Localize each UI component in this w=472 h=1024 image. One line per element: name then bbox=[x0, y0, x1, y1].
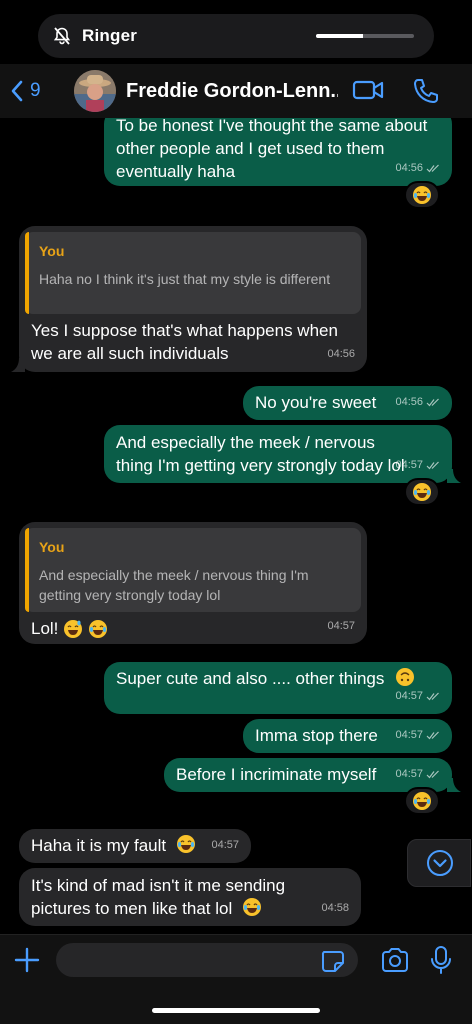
chevron-down-icon bbox=[427, 850, 453, 876]
bubble-tail bbox=[11, 358, 25, 372]
video-icon[interactable] bbox=[352, 78, 384, 102]
message-time: 04:57 bbox=[395, 768, 423, 780]
message-bubble-outgoing[interactable]: Super cute and also .... other things 04… bbox=[104, 662, 452, 714]
laughing-emoji-icon bbox=[413, 483, 431, 501]
quoted-text: Haha no I think it's just that my style … bbox=[39, 271, 331, 287]
message-bubble-incoming[interactable]: Haha it is my fault 04:57 bbox=[19, 829, 251, 863]
phone-icon[interactable] bbox=[412, 77, 440, 105]
laughing-emoji-icon bbox=[89, 619, 108, 638]
sweat-smile-emoji-icon bbox=[64, 619, 83, 638]
ringer-indicator: Ringer bbox=[38, 14, 434, 58]
laughing-emoji-icon bbox=[413, 186, 431, 204]
plus-icon[interactable] bbox=[14, 947, 40, 973]
message-text: Super cute and also .... other things bbox=[116, 669, 385, 688]
message-bubble-outgoing[interactable]: To be honest I've thought the same about… bbox=[104, 118, 452, 186]
bubble-tail bbox=[447, 778, 461, 792]
message-time: 04:56 bbox=[395, 162, 423, 174]
avatar[interactable] bbox=[74, 70, 116, 112]
read-ticks-icon bbox=[426, 731, 439, 740]
ringer-label: Ringer bbox=[82, 26, 138, 45]
reaction-badge[interactable] bbox=[404, 787, 440, 815]
sticker-icon[interactable] bbox=[320, 949, 346, 973]
message-meta: 04:57 bbox=[327, 615, 355, 638]
message-list[interactable]: To be honest I've thought the same about… bbox=[0, 118, 472, 934]
message-meta: 04:57 bbox=[395, 763, 440, 786]
message-meta: 04:57 bbox=[395, 685, 440, 708]
message-meta: 04:56 bbox=[395, 391, 440, 414]
quoted-text: And especially the meek / nervous thing … bbox=[39, 567, 309, 603]
reaction-badge[interactable] bbox=[404, 478, 440, 506]
message-meta: 04:56 bbox=[327, 343, 355, 366]
chat-header: 9 Freddie Gordon-Lenn... bbox=[0, 64, 472, 118]
message-bubble-incoming[interactable]: You Haha no I think it's just that my st… bbox=[19, 226, 367, 372]
chevron-left-icon bbox=[11, 80, 23, 102]
message-time: 04:57 bbox=[395, 690, 423, 702]
laughing-emoji-icon bbox=[176, 835, 195, 853]
upside-down-face-emoji-icon bbox=[396, 668, 415, 686]
message-bubble-incoming[interactable]: It's kind of mad isn't it me sending pic… bbox=[19, 868, 361, 926]
back-button[interactable]: 9 bbox=[10, 79, 41, 103]
message-text: Lol! bbox=[31, 619, 59, 638]
message-time: 04:57 bbox=[395, 459, 423, 471]
contact-name[interactable]: Freddie Gordon-Lenn... bbox=[126, 80, 338, 103]
camera-icon[interactable] bbox=[380, 947, 410, 973]
message-time: 04:57 bbox=[327, 620, 355, 632]
message-text: To be honest I've thought the same about bbox=[116, 118, 428, 135]
bell-slash-icon bbox=[53, 27, 71, 45]
message-bubble-outgoing[interactable]: And especially the meek / nervous thing … bbox=[104, 425, 452, 483]
quoted-message[interactable]: You And especially the meek / nervous th… bbox=[25, 528, 361, 612]
unread-count: 9 bbox=[30, 80, 41, 101]
message-text: eventually haha bbox=[116, 162, 236, 181]
message-bubble-outgoing[interactable]: Before I incriminate myself 04:57 bbox=[164, 758, 452, 792]
scroll-to-bottom-button[interactable] bbox=[407, 839, 471, 887]
message-meta: 04:58 bbox=[321, 897, 349, 920]
message-text: Yes I suppose that's what happens when w… bbox=[31, 321, 338, 363]
message-bubble-incoming[interactable]: You And especially the meek / nervous th… bbox=[19, 522, 367, 644]
message-content: Lol! bbox=[31, 617, 108, 640]
message-text: And especially the meek / nervous thing … bbox=[116, 433, 405, 475]
quoted-message[interactable]: You Haha no I think it's just that my st… bbox=[25, 232, 361, 314]
message-time: 04:58 bbox=[321, 902, 349, 914]
bubble-tail bbox=[447, 469, 461, 483]
ringer-level-bar bbox=[316, 34, 414, 38]
read-ticks-icon bbox=[426, 770, 439, 779]
message-text: Haha it is my fault bbox=[31, 836, 167, 855]
message-meta: 04:56 bbox=[395, 157, 440, 180]
quoted-author: You bbox=[39, 243, 65, 259]
read-ticks-icon bbox=[426, 461, 439, 470]
message-input[interactable] bbox=[56, 943, 358, 977]
read-ticks-icon bbox=[426, 398, 439, 407]
message-bubble-outgoing[interactable]: No you're sweet 04:56 bbox=[243, 386, 452, 420]
message-meta: 04:57 bbox=[211, 834, 239, 857]
quoted-author: You bbox=[39, 539, 65, 555]
read-ticks-icon bbox=[426, 692, 439, 701]
laughing-emoji-icon bbox=[413, 792, 431, 810]
message-meta: 04:57 bbox=[395, 454, 440, 477]
message-time: 04:56 bbox=[395, 396, 423, 408]
microphone-icon[interactable] bbox=[429, 945, 453, 975]
read-ticks-icon bbox=[426, 164, 439, 173]
message-time: 04:57 bbox=[211, 839, 239, 851]
message-meta: 04:57 bbox=[395, 724, 440, 747]
message-time: 04:57 bbox=[395, 729, 423, 741]
message-text: other people and I get used to them bbox=[116, 139, 385, 158]
message-time: 04:56 bbox=[327, 348, 355, 360]
reaction-badge[interactable] bbox=[404, 181, 440, 209]
home-indicator[interactable] bbox=[152, 1008, 320, 1013]
laughing-emoji-icon bbox=[243, 898, 261, 916]
message-bubble-outgoing[interactable]: Imma stop there 04:57 bbox=[243, 719, 452, 753]
